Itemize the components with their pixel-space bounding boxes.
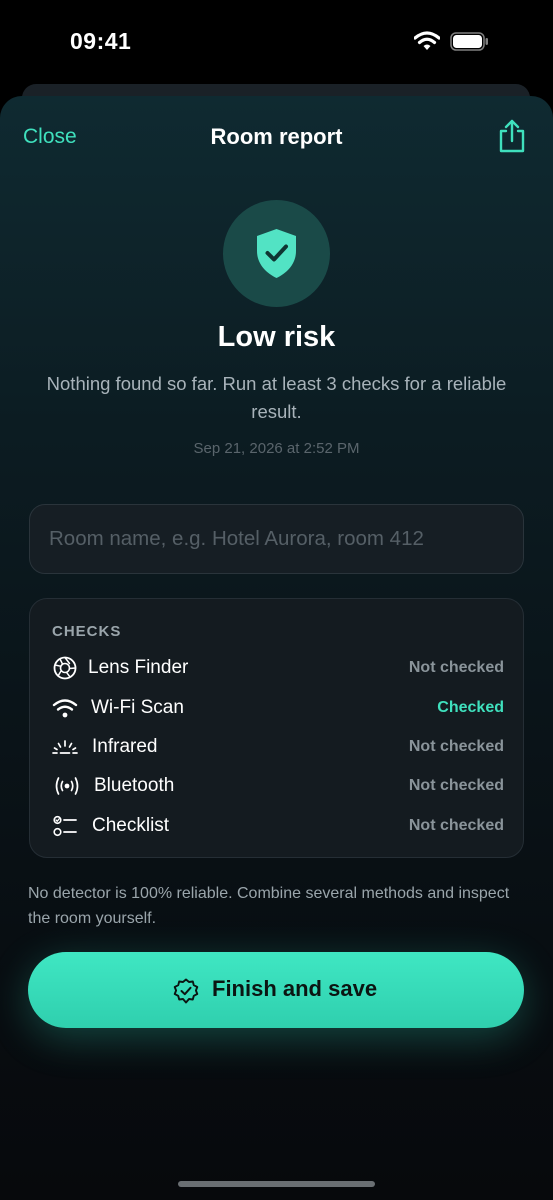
checks-card: CHECKS Lens Finder Not checked Wi-Fi Sca… — [29, 598, 524, 858]
checks-header: CHECKS — [52, 623, 122, 640]
check-row-infrared[interactable]: Infrared Not checked — [52, 732, 504, 762]
wifi-status-icon — [414, 31, 440, 50]
check-status: Not checked — [408, 738, 504, 755]
check-row-lens-finder[interactable]: Lens Finder Not checked — [52, 653, 504, 683]
check-label: Lens Finder — [88, 657, 189, 678]
home-indicator[interactable] — [178, 1181, 375, 1187]
check-label: Checklist — [92, 815, 170, 836]
check-label: Bluetooth — [94, 775, 175, 796]
check-status: Not checked — [408, 817, 504, 834]
check-row-checklist[interactable]: Checklist Not checked — [52, 811, 504, 841]
check-row-bluetooth[interactable]: Bluetooth Not checked — [52, 771, 504, 801]
check-status: Not checked — [408, 659, 504, 676]
battery-icon — [450, 32, 488, 51]
finish-and-save-button[interactable]: Finish and save — [28, 952, 524, 1028]
disclaimer-text: No detector is 100% reliable. Combine se… — [28, 885, 510, 927]
check-label: Infrared — [92, 736, 158, 757]
room-report-sheet: Close Room report Low risk Nothing found… — [0, 96, 553, 1200]
check-status: Not checked — [408, 777, 504, 794]
status-time: 09:41 — [70, 28, 132, 54]
wifi-icon — [52, 699, 78, 718]
risk-status-badge — [223, 200, 330, 307]
shield-check-icon — [257, 229, 296, 278]
room-name-input[interactable] — [29, 504, 524, 574]
share-icon[interactable] — [496, 118, 528, 154]
risk-title: Low risk — [217, 321, 336, 353]
page-title: Room report — [210, 124, 343, 149]
check-row-wifi-scan[interactable]: Wi-Fi Scan Checked — [52, 693, 504, 723]
risk-description: Nothing found so far. Run at least 3 che… — [46, 373, 507, 422]
infrared-icon — [52, 740, 78, 754]
checklist-icon — [53, 815, 77, 837]
aperture-icon — [53, 656, 77, 680]
finish-button-label: Finish and save — [212, 976, 378, 1001]
status-bar: 09:41 — [0, 0, 553, 84]
check-badge-icon — [173, 978, 199, 1004]
check-label: Wi-Fi Scan — [91, 697, 184, 718]
bluetooth-signal-icon — [55, 777, 79, 795]
report-date: Sep 21, 2026 at 2:52 PM — [193, 440, 360, 457]
check-status: Checked — [437, 699, 504, 716]
